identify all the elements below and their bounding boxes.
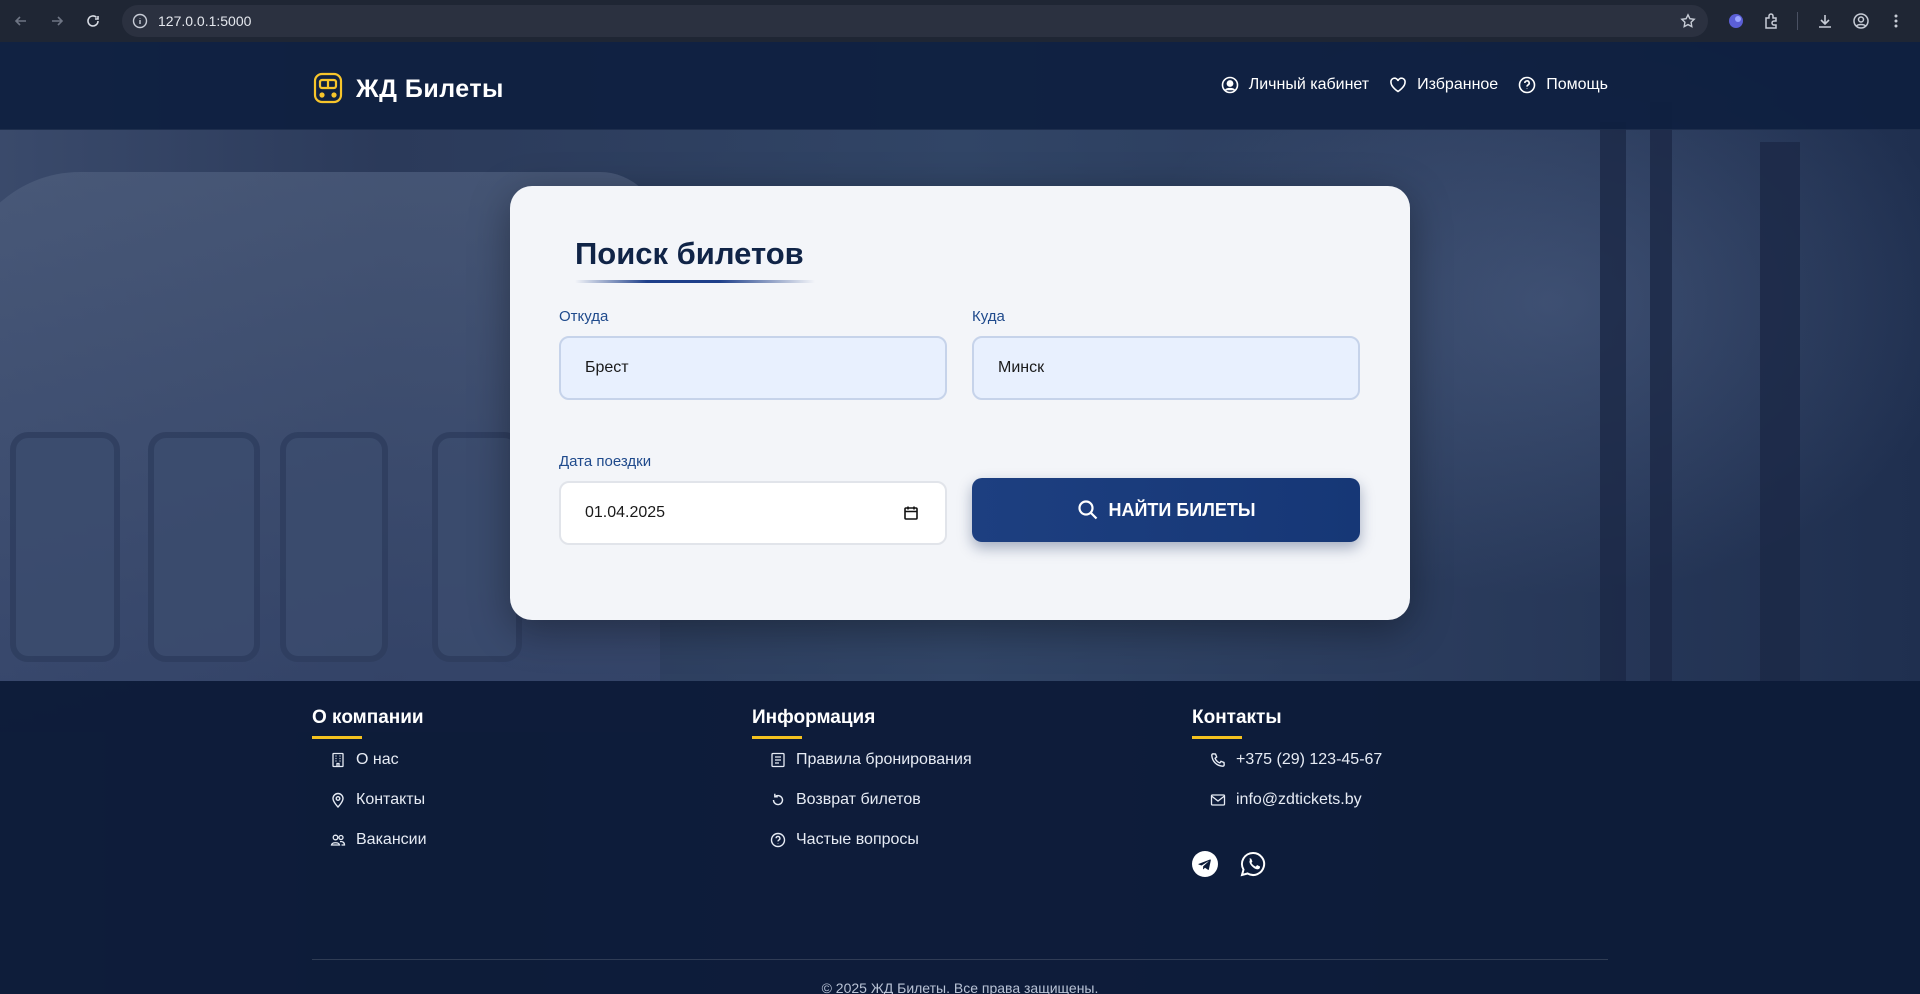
nav-favorites-label: Избранное (1417, 76, 1499, 93)
reload-icon (87, 15, 99, 27)
footer-link-label: Частые вопросы (796, 831, 919, 848)
date-input[interactable]: 01.04.2025 (559, 481, 947, 545)
toolbar-divider (1797, 12, 1798, 30)
to-label: Куда (972, 308, 1005, 325)
footer-column-title: О компании (312, 707, 424, 728)
menu-kebab-icon[interactable] (1886, 11, 1906, 31)
copyright-text: © 2025 ЖД Билеты. Все права защищены. (821, 980, 1099, 994)
profile-icon[interactable] (1851, 11, 1871, 31)
back-button[interactable] (6, 6, 36, 36)
footer-link-label: Правила бронирования (796, 751, 972, 768)
title-accent-line (1192, 736, 1242, 739)
footer-link-phone[interactable]: +375 (29) 123-45-67 (1210, 751, 1382, 769)
nav-account[interactable]: Личный кабинет (1221, 76, 1369, 94)
telegram-button[interactable] (1192, 851, 1218, 877)
title-accent-line (312, 736, 362, 739)
site-logo[interactable]: ЖД Билеты (312, 72, 504, 106)
date-label: Дата поездки (559, 453, 652, 470)
arrow-right-icon (52, 16, 64, 26)
search-title: Поиск билетов (575, 236, 804, 271)
footer-link-label: Возврат билетов (796, 791, 921, 808)
nav-favorites[interactable]: Избранное (1389, 76, 1498, 94)
forward-button[interactable] (42, 6, 72, 36)
title-accent-line (752, 736, 802, 739)
phone-icon (1211, 753, 1225, 767)
browser-toolbar: 127.0.0.1:5000 (0, 0, 1920, 42)
from-input[interactable]: Брест (559, 336, 947, 400)
reload-button[interactable] (78, 6, 108, 36)
people-icon (330, 834, 346, 846)
question-circle-icon (1518, 76, 1536, 94)
footer-link-label: Вакансии (356, 831, 427, 848)
footer-link-label: Контакты (356, 791, 426, 808)
extension-icon[interactable] (1726, 11, 1746, 31)
station-pole (1650, 102, 1672, 682)
to-value: Минск (998, 359, 1045, 376)
heart-icon (1390, 77, 1406, 93)
building-icon (332, 752, 344, 768)
extensions-puzzle-icon[interactable] (1762, 11, 1782, 31)
url-text: 127.0.0.1:5000 (158, 13, 252, 29)
footer-link-label: +375 (29) 123-45-67 (1236, 751, 1383, 768)
from-value: Брест (585, 359, 629, 376)
bookmark-star-icon[interactable] (1680, 13, 1696, 29)
footer-link-vacancies[interactable]: Вакансии (330, 831, 427, 849)
nav-help[interactable]: Помощь (1518, 76, 1608, 94)
find-tickets-button[interactable]: НАЙТИ БИЛЕТЫ (972, 478, 1360, 542)
question-circle-icon (770, 832, 786, 848)
train-window (280, 432, 388, 662)
top-navigation: Личный кабинет Избранное Помощь (1201, 76, 1608, 94)
train-icon (313, 72, 343, 104)
site-info-icon[interactable] (132, 13, 148, 29)
station-pole (1600, 122, 1626, 682)
site-footer: О компании О нас Контакты Вакансии Инфор… (0, 681, 1920, 994)
to-input[interactable]: Минск (972, 336, 1360, 400)
footer-link-about[interactable]: О нас (330, 751, 399, 769)
footer-column-title: Информация (752, 707, 876, 728)
map-pin-icon (332, 792, 344, 808)
search-card: Поиск билетов Откуда Брест Куда Минск Да… (510, 186, 1410, 620)
footer-link-label: О нас (356, 751, 399, 768)
train-window (148, 432, 260, 662)
station-pole (1760, 142, 1800, 682)
train-window (432, 432, 522, 662)
title-underline (575, 280, 815, 283)
footer-column-title: Контакты (1192, 707, 1282, 728)
footer-link-label: info@zdtickets.by (1236, 791, 1362, 808)
footer-link-email[interactable]: info@zdtickets.by (1210, 791, 1362, 809)
refresh-icon (772, 793, 784, 806)
calendar-icon[interactable] (903, 505, 919, 521)
telegram-icon (1198, 859, 1211, 870)
footer-link-faq[interactable]: Частые вопросы (770, 831, 919, 849)
search-icon (1077, 500, 1097, 520)
whatsapp-button[interactable] (1240, 851, 1266, 877)
from-label: Откуда (559, 308, 609, 325)
document-icon (771, 752, 785, 768)
date-value: 01.04.2025 (585, 504, 666, 521)
envelope-icon (1210, 794, 1226, 806)
page: ЖД Билеты Личный кабинет Избранное Помощ… (0, 42, 1920, 994)
nav-account-label: Личный кабинет (1248, 76, 1370, 93)
train-window (10, 432, 120, 662)
find-tickets-label: НАЙТИ БИЛЕТЫ (1108, 499, 1256, 520)
downloads-icon[interactable] (1815, 11, 1835, 31)
address-bar[interactable]: 127.0.0.1:5000 (122, 5, 1708, 37)
arrow-left-icon (14, 16, 26, 26)
user-circle-icon (1221, 76, 1239, 94)
footer-link-contacts[interactable]: Контакты (330, 791, 425, 809)
footer-divider (312, 959, 1608, 960)
site-header: ЖД Билеты Личный кабинет Избранное Помощ… (0, 42, 1920, 130)
whatsapp-icon (1240, 851, 1266, 877)
logo-text: ЖД Билеты (356, 74, 504, 103)
footer-link-ticket-refund[interactable]: Возврат билетов (770, 791, 921, 809)
nav-help-label: Помощь (1546, 76, 1608, 93)
footer-link-booking-rules[interactable]: Правила бронирования (770, 751, 972, 769)
